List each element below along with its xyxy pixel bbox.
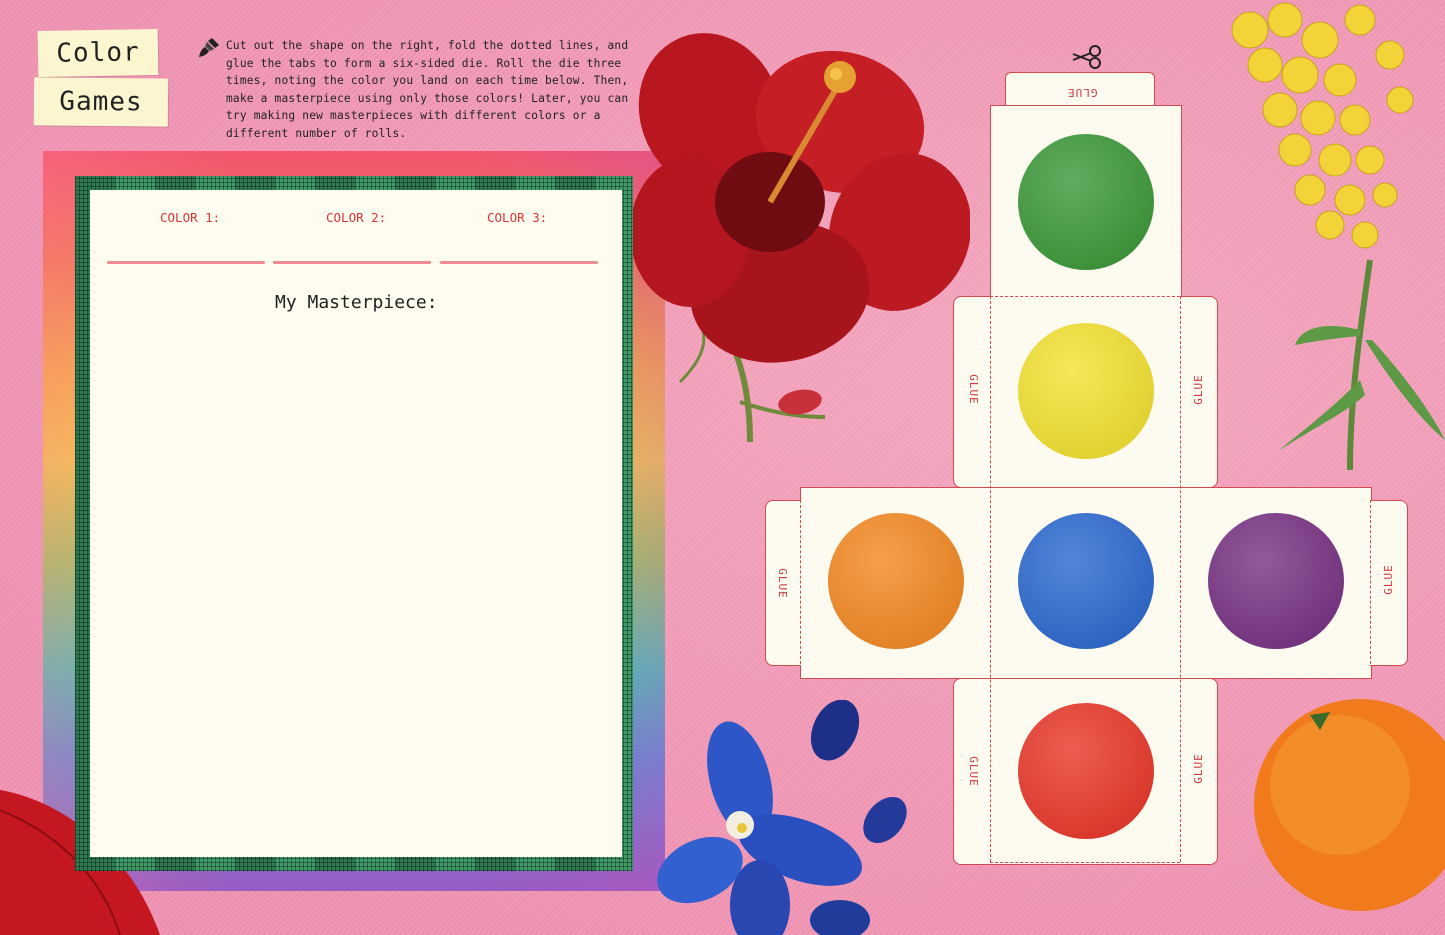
die-face-purple	[1208, 513, 1344, 649]
yellow-wallflower-illustration	[1231, 2, 1445, 470]
color-2-line[interactable]	[273, 261, 431, 264]
fold-line	[800, 500, 801, 664]
fold-line	[1180, 296, 1181, 862]
title-tag-color: Color	[37, 28, 159, 78]
color-2-label: COLOR 2:	[326, 210, 387, 225]
instructions-text: Cut out the shape on the right, fold the…	[226, 39, 629, 140]
glue-label-far-left: GLUE	[775, 568, 789, 599]
color-1-line[interactable]	[107, 261, 265, 264]
paintbrush-icon	[199, 38, 219, 57]
title-tag-games: Games	[33, 77, 169, 127]
color-1-label: COLOR 1:	[160, 210, 221, 225]
glue-label-top: GLUE	[1067, 86, 1098, 99]
title-line-2: Games	[59, 86, 143, 118]
worksheet-paper	[90, 190, 622, 857]
color-3-label: COLOR 3:	[487, 210, 548, 225]
glue-label-left-lower: GLUE	[966, 756, 980, 787]
fold-line	[990, 862, 1180, 863]
glue-label-right-upper: GLUE	[1191, 374, 1205, 405]
glue-label-far-right: GLUE	[1381, 564, 1395, 595]
die-face-blue	[1018, 513, 1154, 649]
fold-line	[990, 296, 991, 862]
blue-delphinium-illustration	[657, 700, 907, 935]
color-3-line[interactable]	[440, 261, 598, 264]
fold-line	[990, 296, 1180, 297]
fold-line	[1370, 500, 1371, 664]
scissors-icon	[1072, 45, 1101, 69]
glue-label-right-lower: GLUE	[1191, 753, 1205, 784]
orange-fruit-illustration	[1254, 699, 1445, 911]
title-line-1: Color	[56, 37, 140, 69]
glue-label-left-upper: GLUE	[966, 374, 980, 405]
red-hibiscus-illustration	[630, 33, 970, 442]
die-face-orange	[828, 513, 964, 649]
masterpiece-label: My Masterpiece:	[275, 292, 438, 313]
die-face-green	[1018, 134, 1154, 270]
die-face-yellow	[1018, 323, 1154, 459]
die-face-red	[1018, 703, 1154, 839]
fold-line	[990, 105, 1180, 106]
